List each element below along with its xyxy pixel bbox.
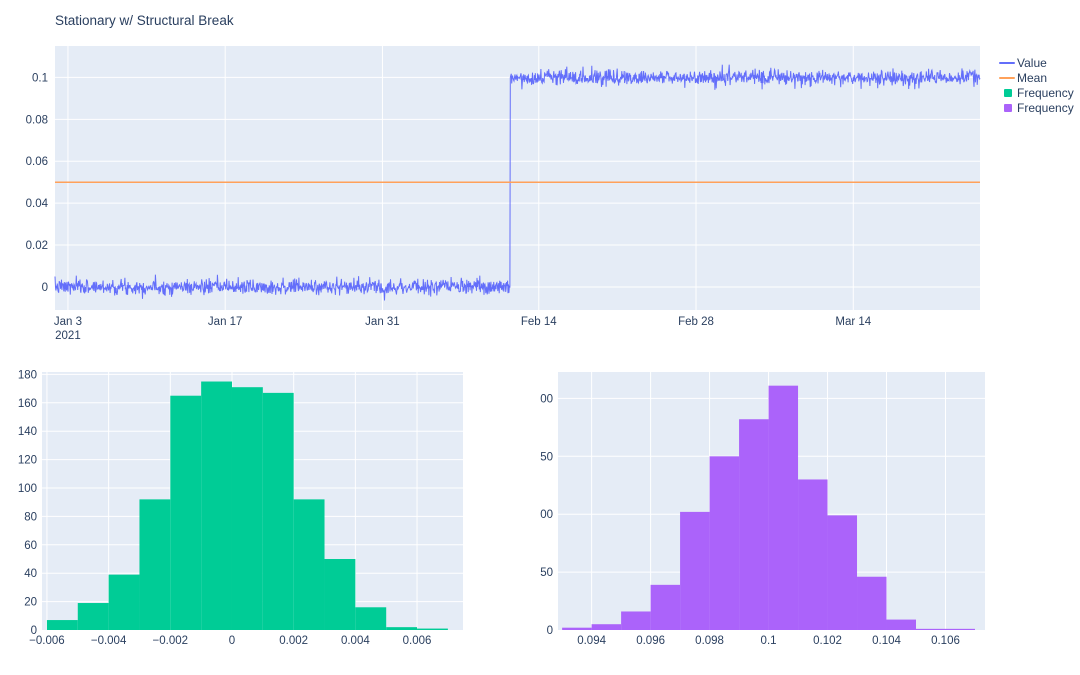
y-tick-label: 20 [24, 597, 37, 609]
histogram-bar [651, 585, 680, 630]
y-tick-label: 100 [18, 483, 37, 495]
y-tick-label: 140 [18, 426, 37, 438]
legend-item-frequency-2[interactable]: Frequency [999, 87, 1074, 99]
y-tick-label: 80 [24, 511, 37, 523]
x-tick-label: Mar 14 [835, 316, 871, 328]
histogram-bar [139, 499, 170, 630]
x-tick-label: 0.098 [695, 635, 724, 647]
histogram-bar [170, 396, 201, 630]
legend-item-value-0[interactable]: Value [999, 57, 1074, 69]
histogram-bar [417, 629, 448, 630]
histogram-bar [386, 627, 417, 630]
histogram-bar [592, 624, 621, 630]
x-tick-label: Jan 17 [208, 316, 243, 328]
y-tick-label: 40 [24, 568, 37, 580]
histogram-bar [739, 419, 768, 630]
histogram-bar [562, 628, 591, 630]
legend-item-label: Mean [1017, 72, 1047, 84]
histogram-bar [710, 456, 739, 630]
x-tick-label: −0.006 [29, 635, 65, 647]
x-tick-label: 0.002 [279, 635, 308, 647]
histogram-bar [325, 559, 356, 630]
legend-item-frequency-3[interactable]: Frequency [999, 102, 1074, 114]
y-tick-label: 100 [540, 509, 553, 521]
figure: Stationary w/ Structural Break 00.020.04… [0, 0, 1080, 675]
x-tick-label: Jan 3 [54, 316, 82, 328]
x-tick-label: 0.104 [872, 635, 901, 647]
x-tick-label: 0.1 [761, 635, 777, 647]
x-tick-label: 0.006 [403, 635, 432, 647]
y-tick-label: 180 [18, 369, 37, 381]
y-tick-label: 60 [24, 540, 37, 552]
green-histogram[interactable]: 0 20 40 60 80 100 120 140 160 180 −0.006 −0.004 −0.0… [0, 355, 540, 675]
histogram-bar [201, 382, 232, 630]
purple-histogram[interactable]: 0 50 100 150 200 0.094 0.096 0.098 0.1 0.102 0.104… [540, 355, 1080, 675]
legend-item-label: Frequency [1017, 87, 1074, 99]
x-tick-label: 0.102 [813, 635, 842, 647]
histogram-bar [916, 629, 945, 630]
x-tick-label: 0.096 [636, 635, 665, 647]
y-tick-label: 0.1 [32, 72, 48, 84]
legend-square-swatch-icon [1004, 104, 1012, 112]
y-tick-label: 0.08 [26, 114, 48, 126]
timeseries-chart[interactable]: 0 0.02 0.04 0.06 0.08 0.1 Jan 3 2021 Jan 17 Jan 3… [0, 0, 1080, 350]
histogram-bar [798, 479, 827, 630]
histogram-bar [355, 607, 386, 630]
y-tick-label: 50 [540, 567, 553, 579]
y-tick-label: 160 [18, 398, 37, 410]
y-tick-label: 200 [540, 393, 553, 405]
y-tick-label: 0 [42, 282, 48, 294]
histogram-bar [828, 515, 857, 630]
histogram-bar [232, 387, 263, 630]
legend-item-label: Value [1017, 57, 1047, 69]
x-tick-label: Feb 14 [521, 316, 557, 328]
histogram-bar [769, 386, 798, 630]
y-tick-label: 0.02 [26, 240, 48, 252]
x-tick-sublabel: 2021 [55, 330, 81, 342]
histogram-bar [263, 393, 294, 630]
legend-square-swatch-icon [1004, 89, 1012, 97]
y-tick-label: 0.06 [26, 156, 48, 168]
x-tick-label: 0.106 [931, 635, 960, 647]
x-tick-label: 0.094 [577, 635, 606, 647]
x-tick-label: Jan 31 [365, 316, 400, 328]
histogram-bar [857, 577, 886, 630]
legend: Value Mean Frequency Frequency [999, 57, 1074, 114]
histogram-bar [945, 629, 974, 630]
histogram-bar [680, 512, 709, 630]
legend-item-mean-1[interactable]: Mean [999, 72, 1074, 84]
y-tick-label: 120 [18, 455, 37, 467]
legend-item-label: Frequency [1017, 102, 1074, 114]
x-tick-label: 0.004 [341, 635, 370, 647]
x-tick-label: −0.002 [153, 635, 189, 647]
y-tick-label: 0 [547, 625, 553, 637]
histogram-bar [294, 499, 325, 630]
histogram-bar [621, 611, 650, 630]
y-tick-label: 0.04 [26, 198, 49, 210]
histogram-bar [47, 620, 78, 630]
y-tick-label: 150 [540, 451, 553, 463]
histogram-bar [78, 603, 109, 630]
x-tick-label: 0 [229, 635, 235, 647]
x-tick-label: −0.004 [91, 635, 127, 647]
histogram-bar [109, 575, 140, 630]
legend-line-swatch-icon [999, 77, 1015, 79]
x-tick-label: Feb 28 [678, 316, 714, 328]
histogram-bar [887, 620, 916, 630]
legend-line-swatch-icon [999, 62, 1015, 64]
